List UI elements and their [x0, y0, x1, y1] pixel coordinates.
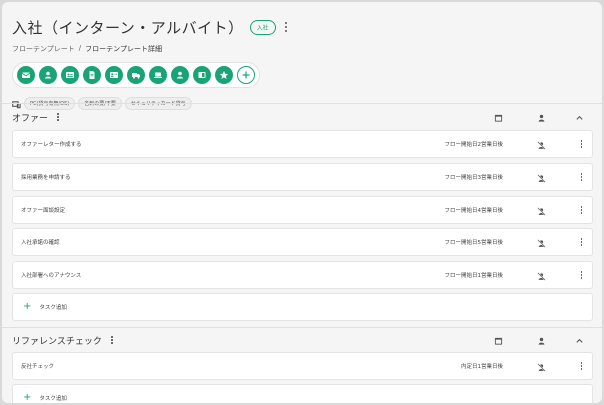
- breadcrumb-current: フローテンプレート詳細: [85, 45, 162, 53]
- person-icon: [537, 331, 546, 350]
- page-header: 入社（インターン・アルバイト） 入社 フローテンプレート / フローテンプレート…: [12, 14, 592, 113]
- task-row[interactable]: 入社承諾の確認 フロー開始日5営業日後: [12, 228, 593, 256]
- add-task-button[interactable]: + タスク追加: [12, 384, 593, 403]
- task-menu-icon[interactable]: [580, 206, 583, 214]
- task-due: フロー開始日3営業日後: [444, 175, 503, 181]
- mail-icon[interactable]: [17, 66, 35, 84]
- divider: [2, 327, 602, 328]
- task-menu-icon[interactable]: [580, 362, 583, 370]
- add-trigger-icon[interactable]: [237, 66, 255, 84]
- task-name: 入社承諾の確認: [21, 240, 60, 246]
- no-assignee-icon[interactable]: [537, 266, 546, 285]
- id-card-icon[interactable]: [61, 66, 79, 84]
- no-assignee-icon[interactable]: [537, 357, 546, 376]
- task-menu-icon[interactable]: [580, 238, 583, 246]
- task-due: フロー開始日1営業日後: [444, 273, 503, 279]
- add-task-label: タスク追加: [39, 305, 67, 311]
- person-icon[interactable]: [39, 66, 57, 84]
- breadcrumb-parent[interactable]: フローテンプレート: [12, 44, 75, 54]
- breadcrumb-separator: /: [78, 44, 82, 52]
- no-assignee-icon[interactable]: [537, 201, 546, 220]
- task-row[interactable]: 反社チェック 内定日1営業日後: [12, 352, 593, 380]
- laptop-icon[interactable]: [149, 66, 167, 84]
- task-name: 反社チェック: [21, 364, 55, 370]
- more-menu-icon[interactable]: [284, 22, 288, 32]
- divider: [2, 103, 602, 104]
- no-assignee-icon[interactable]: [537, 168, 546, 187]
- page-title: 入社（インターン・アルバイト）: [12, 18, 244, 37]
- status-badge: 入社: [249, 19, 276, 35]
- task-name: オファー面談設定: [21, 208, 66, 214]
- section-title: リファレンスチェック: [12, 336, 102, 347]
- app-window: 入社（インターン・アルバイト） 入社 フローテンプレート / フローテンプレート…: [2, 2, 602, 403]
- task-due: フロー開始日2営業日後: [444, 142, 503, 148]
- task-due: フロー開始日4営業日後: [444, 208, 503, 214]
- no-assignee-icon[interactable]: [537, 135, 546, 154]
- person-icon: [537, 108, 546, 127]
- add-task-label: タスク追加: [39, 396, 67, 402]
- breadcrumb: フローテンプレート / フローテンプレート詳細: [12, 44, 592, 54]
- task-due: 内定日1営業日後: [461, 364, 503, 370]
- task-row[interactable]: 採用業務を申請する フロー開始日3営業日後: [12, 163, 593, 191]
- add-task-button[interactable]: + タスク追加: [12, 293, 593, 321]
- trigger-icon-bar: [12, 62, 260, 88]
- more-menu-icon[interactable]: [110, 336, 114, 344]
- truck-icon[interactable]: [127, 66, 145, 84]
- panel-icon[interactable]: [193, 66, 211, 84]
- section-title: オファー: [12, 113, 49, 124]
- task-row[interactable]: 入社部署へのアナウンス フロー開始日1営業日後: [12, 261, 593, 289]
- task-menu-icon[interactable]: [580, 271, 583, 279]
- star-icon[interactable]: [215, 66, 233, 84]
- section-header: オファー: [2, 106, 602, 128]
- plus-icon: +: [23, 392, 32, 403]
- task-name: 入社部署へのアナウンス: [21, 273, 82, 279]
- calendar-icon: [494, 108, 503, 127]
- task-due: フロー開始日5営業日後: [444, 240, 503, 246]
- chevron-up-icon[interactable]: [575, 331, 584, 350]
- task-name: 採用業務を申請する: [21, 175, 71, 181]
- task-name: オファーレター作成する: [21, 142, 82, 148]
- task-row[interactable]: オファーレター作成する フロー開始日2営業日後: [12, 130, 593, 158]
- task-menu-icon[interactable]: [580, 173, 583, 181]
- chevron-up-icon[interactable]: [575, 108, 584, 127]
- badge-card-icon[interactable]: [105, 66, 123, 84]
- task-row[interactable]: オファー面談設定 フロー開始日4営業日後: [12, 196, 593, 224]
- more-menu-icon[interactable]: [56, 113, 60, 121]
- section-header: リファレンスチェック: [2, 329, 602, 351]
- calendar-icon: [494, 331, 503, 350]
- plus-icon: +: [23, 301, 32, 312]
- task-menu-icon[interactable]: [580, 140, 583, 148]
- document-icon[interactable]: [83, 66, 101, 84]
- no-assignee-icon[interactable]: [537, 233, 546, 252]
- person-alt-icon[interactable]: [171, 66, 189, 84]
